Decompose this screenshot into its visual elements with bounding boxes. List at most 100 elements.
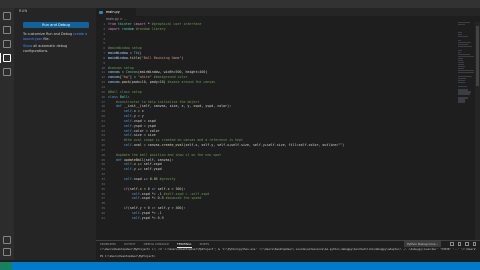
line-number: 41 [101,215,105,220]
maximize-panel-icon[interactable] [465,242,469,246]
code-token: from [108,22,118,26]
code-token: : [127,94,130,99]
code-token: self [131,210,140,215]
code-token: self.x > [157,186,176,191]
code-token: 1 [159,210,162,215]
minimap-line [458,23,466,26]
settings-gear-icon[interactable] [3,248,11,256]
code-token: (self.x, self.y, self.x+self.size, self.… [183,143,345,148]
title-bar [0,0,480,8]
code-token: .xspd *= [139,196,158,201]
code-line[interactable]: self.yspd *= 0.9 [108,216,448,221]
scroll-thumb[interactable] [476,26,479,86]
activity-bar [0,8,14,260]
explorer-icon[interactable] [3,12,11,20]
code-token: self.y > [157,206,176,211]
terminal-prompt[interactable]: PS C:\Users\DesktopUser\MyProject> [100,255,476,259]
code-editor[interactable]: 1 2 3 4 5 6 7 8 9 10 11 12 13 14 15 16 17 18 19 20 21 22 23 24 2… [96,22,480,240]
trash-icon[interactable] [457,242,462,246]
code-token: self [131,196,140,201]
code-token: def [115,104,124,109]
panel-tab-problems[interactable]: PROBLEMS [100,242,116,247]
code-token: #Ball class setup [108,89,142,94]
editor-scrollbar[interactable] [475,22,480,240]
code-token: ) [205,70,208,75]
code-token: ] = [129,75,138,80]
code-token: title [129,55,140,60]
code-token: def [115,157,124,162]
code-token: .xspd += [131,177,150,181]
code-token: #random library [135,26,166,31]
code-token: import [133,22,148,26]
minimap[interactable] [458,22,474,122]
code-token: self [123,167,132,172]
code-token: ): [181,186,186,191]
code-token: 0.9 [157,196,166,201]
panel-tabs: PROBLEMS OUTPUT DEBUG CONSOLE TERMINAL PORTS [100,242,217,248]
code-token: (mainWindow, width= [137,70,176,75]
minimap-line [458,81,465,83]
active-indicator [0,53,1,63]
terminal-selector[interactable]: Python Debug Cons... [404,241,442,247]
terminal-line[interactable]: c:\Users\DesktopUser\MyProject> c:; cd '… [100,248,476,252]
code-token: self [123,133,132,138]
new-terminal-icon[interactable] [450,242,454,246]
line-number-gutter: 1 2 3 4 5 6 7 8 9 10 11 12 13 14 15 16 17 18 19 20 21 22 23 24 2… [96,22,107,240]
minimap-line [458,35,468,38]
remote-indicator[interactable] [0,262,12,270]
panel-tab-debug-console[interactable]: DEBUG CONSOLE [144,242,169,247]
code-token: .yspd *= - [139,210,160,215]
code-token: self [131,215,140,220]
code-token: .yspd *= [139,215,158,220]
code-token: , height= [181,70,200,75]
code-token: updateBall [123,157,144,162]
close-panel-icon[interactable] [472,242,476,246]
code-token: #canvas setup [108,65,134,70]
code-token: .size = size [131,133,156,138]
panel-tab-ports[interactable]: PORTS [200,242,209,247]
code-token: Ball [119,94,128,99]
tab-main-py[interactable]: main.py [96,8,136,16]
run-debug-icon[interactable] [3,54,11,62]
code-token: #gravity [159,177,176,181]
code-token: .xspd = xspd [131,118,156,123]
show-all-configs-link[interactable]: Show [23,44,32,48]
code-token: mainWindow [108,51,130,56]
code-token: import [108,26,122,31]
code-token: (self, canvas, size, x, y, xspd, yspd, c… [139,104,232,109]
bottom-panel: PROBLEMS OUTPUT DEBUG CONSOLE TERMINAL PORTS… [96,240,480,262]
code-token: pack [121,80,130,85]
code-token: #mainWindow setup [108,46,142,51]
code-token: .y += self.yspd [131,167,162,172]
code-token: (self.y < [127,206,148,211]
code-content[interactable]: from tkinter import * #graphical user in… [108,22,448,221]
code-token: #bounced the speed [165,196,202,201]
code-token: random [121,26,136,31]
code-token: __init__ [123,104,140,109]
account-icon[interactable] [3,236,11,244]
run-and-debug-button[interactable]: Run and Debug [23,22,89,28]
code-token: .x = x [131,109,144,114]
code-token: , pady= [145,80,160,85]
code-token: .y = y [131,114,144,119]
code-token: .yspd = yspd [131,123,156,128]
search-icon[interactable] [3,26,11,34]
code-token: canvas [108,70,122,75]
code-token: "bg" [121,75,130,80]
extensions-icon[interactable] [3,68,11,76]
code-token: "white" [137,75,152,80]
source-control-icon[interactable] [3,40,11,48]
launch-json-hint: To customize Run and Debug create a laun… [23,32,88,41]
panel-tab-output[interactable]: OUTPUT [124,242,136,247]
code-token: self [123,123,132,128]
